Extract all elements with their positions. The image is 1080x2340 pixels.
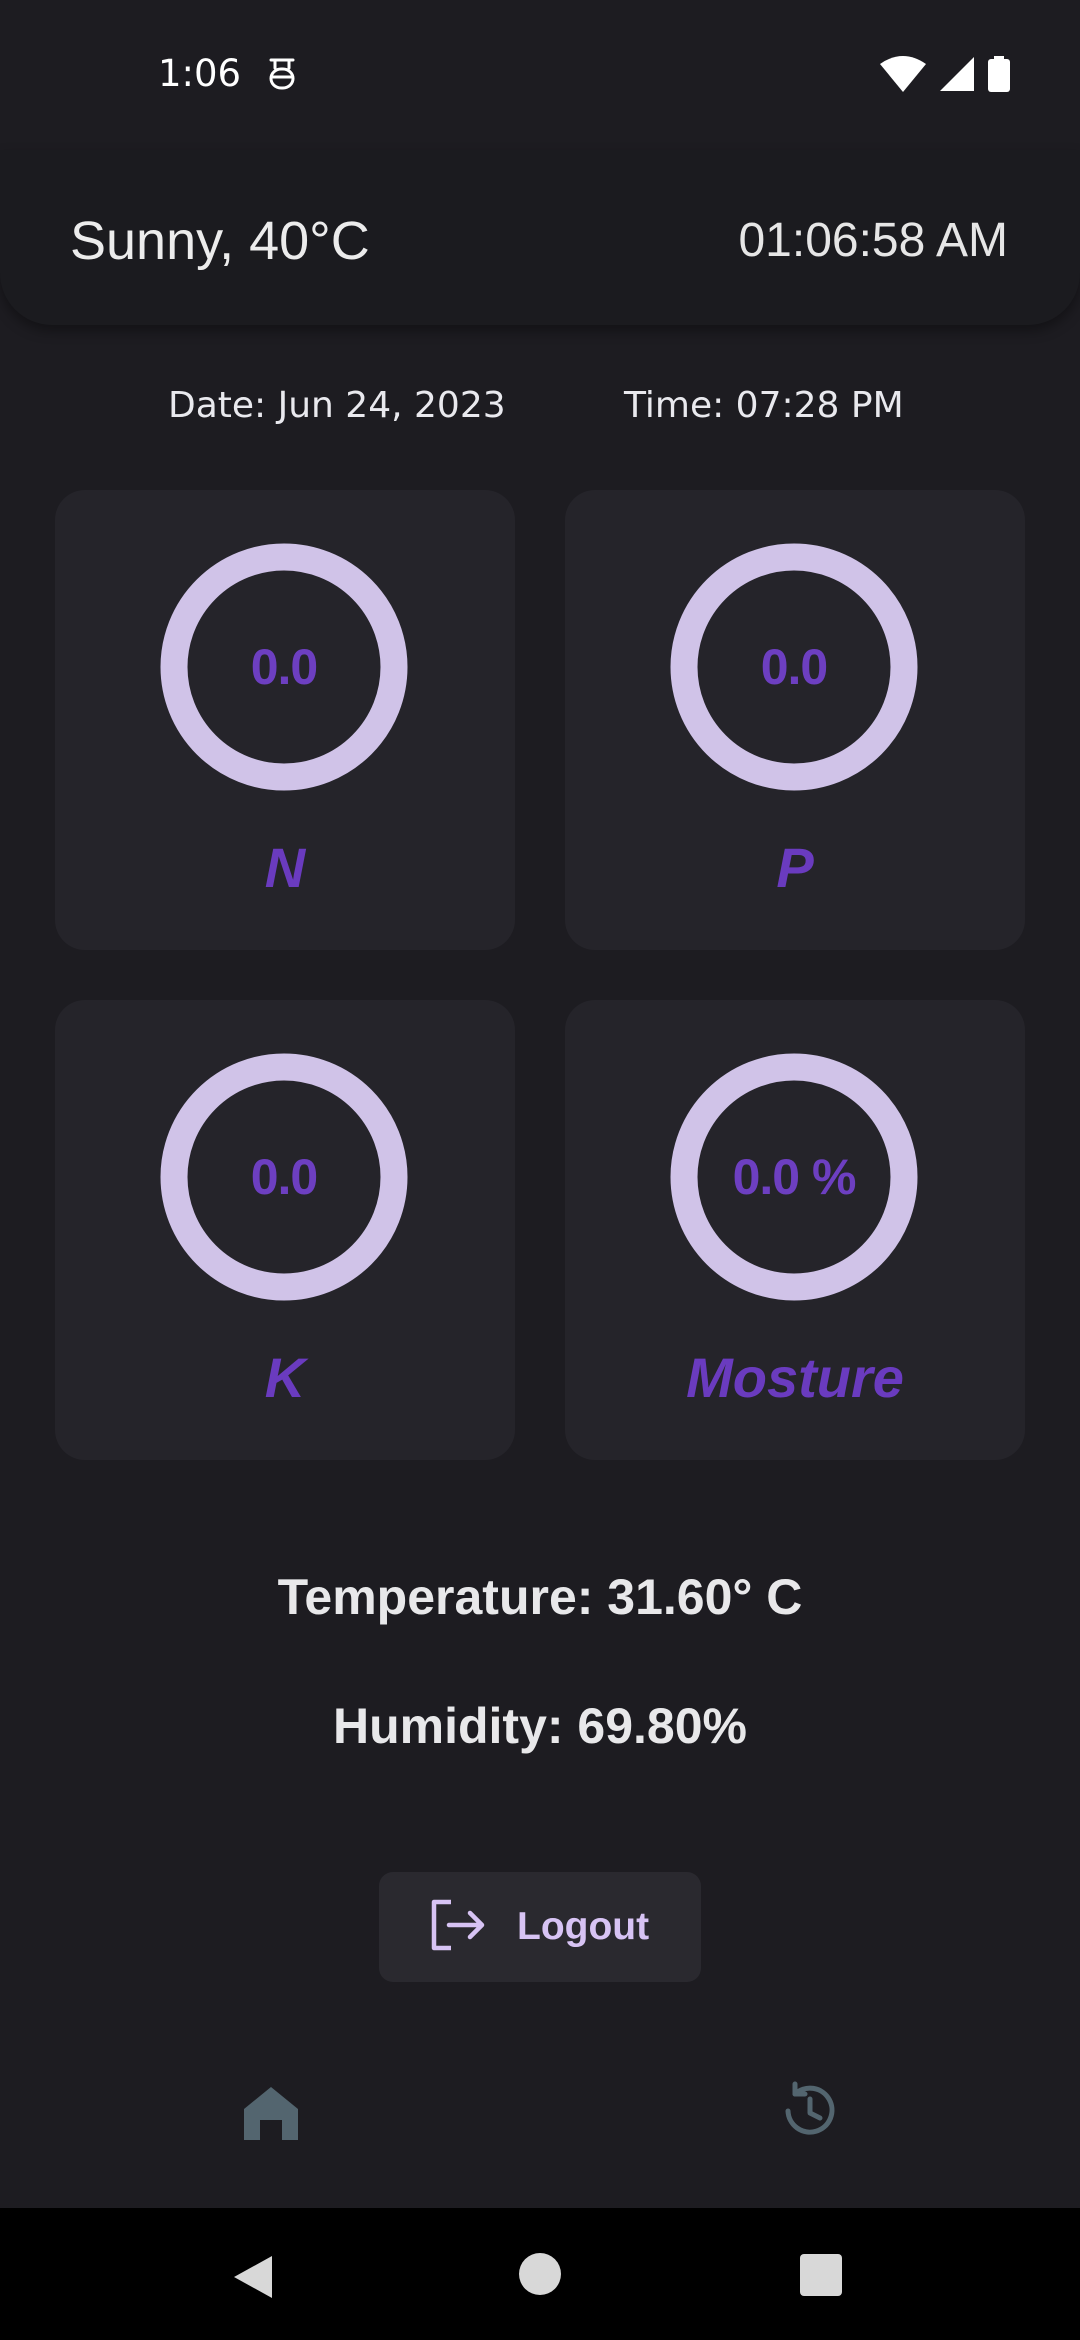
clock-text: 01:06:58 AM bbox=[738, 214, 1008, 267]
bottom-navigation bbox=[0, 2060, 1080, 2208]
weather-text: Sunny, 40°C bbox=[70, 211, 370, 271]
weather-header: Sunny, 40°C 01:06:58 AM bbox=[0, 150, 1080, 325]
status-bar: 1:06 bbox=[0, 0, 1080, 150]
system-navigation-bar bbox=[0, 2208, 1080, 2340]
moisture-gauge: 0.0 % bbox=[657, 1040, 931, 1314]
recent-apps-icon[interactable] bbox=[800, 2254, 842, 2301]
wifi-icon bbox=[880, 56, 926, 97]
history-icon[interactable] bbox=[778, 2080, 840, 2142]
battery-icon bbox=[988, 56, 1010, 97]
date-text: Date: Jun 24, 2023 bbox=[168, 385, 506, 426]
potassium-card: 0.0 K bbox=[55, 1000, 515, 1460]
nitrogen-value: 0.0 bbox=[250, 639, 319, 695]
potassium-label: K bbox=[264, 1346, 306, 1409]
status-icons bbox=[880, 56, 1010, 97]
status-time: 1:06 bbox=[158, 52, 242, 95]
potassium-value: 0.0 bbox=[250, 1149, 319, 1205]
app-screen: 1:06 Sunny, 40°C 01:06:58 AM Date: Jun 2… bbox=[0, 0, 1080, 2340]
nitrogen-card: 0.0 N bbox=[55, 490, 515, 950]
moisture-card: 0.0 % Mosture bbox=[565, 1000, 1025, 1460]
phosphorus-gauge: 0.0 bbox=[657, 530, 931, 804]
moisture-label: Mosture bbox=[686, 1346, 904, 1409]
phosphorus-label: P bbox=[776, 836, 814, 899]
potassium-gauge: 0.0 bbox=[147, 1040, 421, 1314]
logout-button[interactable]: Logout bbox=[379, 1872, 701, 1982]
temperature-reading: Temperature: 31.60° C bbox=[277, 1569, 803, 1625]
notification-app-icon bbox=[266, 56, 298, 97]
back-icon[interactable] bbox=[232, 2254, 274, 2305]
moisture-value: 0.0 % bbox=[732, 1149, 857, 1205]
logout-label: Logout bbox=[517, 1905, 650, 1948]
home-button-icon[interactable] bbox=[518, 2252, 562, 2301]
phosphorus-value: 0.0 bbox=[760, 639, 829, 695]
nitrogen-label: N bbox=[264, 836, 306, 899]
nitrogen-gauge: 0.0 bbox=[147, 530, 421, 804]
phosphorus-card: 0.0 P bbox=[565, 490, 1025, 950]
humidity-reading: Humidity: 69.80% bbox=[332, 1698, 747, 1754]
logout-icon bbox=[429, 1899, 487, 1956]
home-icon[interactable] bbox=[242, 2084, 300, 2142]
signal-icon bbox=[940, 57, 974, 96]
time-text: Time: 07:28 PM bbox=[624, 385, 904, 426]
